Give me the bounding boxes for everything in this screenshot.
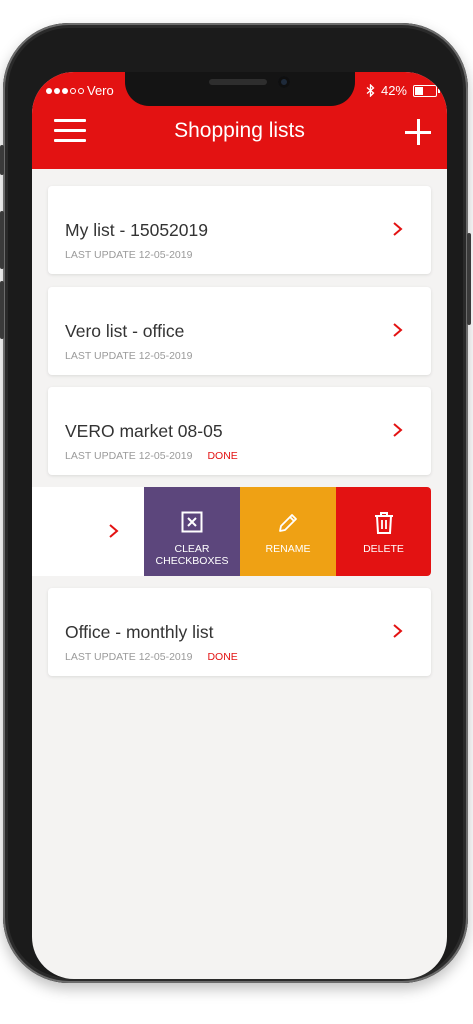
list-item[interactable]: Vero list - office LAST UPDATE 12-05-201… — [48, 287, 431, 375]
chevron-right-icon — [108, 524, 120, 538]
list-item[interactable]: My list - 15052019 LAST UPDATE 12-05-201… — [48, 186, 431, 274]
clear-checkboxes-button[interactable]: CLEAR CHECKBOXES — [144, 487, 240, 576]
carrier-name: Vero — [87, 83, 114, 98]
chevron-right-icon — [392, 624, 404, 638]
volume-up-button — [0, 211, 4, 269]
phone-frame: Vero 42% Shopping lists My list - 150520… — [0, 23, 471, 983]
signal-icon — [46, 87, 84, 94]
rename-label: RENAME — [265, 543, 311, 555]
add-list-button[interactable] — [405, 119, 431, 145]
delete-label: DELETE — [363, 543, 404, 555]
list-name: VERO market 08-05 — [65, 421, 223, 441]
done-badge: DONE — [207, 651, 238, 663]
list-item[interactable]: VERO market 08-05 LAST UPDATE 12-05-2019… — [48, 387, 431, 475]
list-name: Office - monthly list — [65, 622, 214, 642]
volume-down-button — [0, 281, 4, 339]
bluetooth-icon — [366, 84, 375, 97]
app-screen: Vero 42% Shopping lists My list - 150520… — [32, 72, 447, 979]
chevron-right-icon — [392, 423, 404, 437]
pencil-icon — [276, 511, 300, 540]
last-update: LAST UPDATE 12-05-2019 — [65, 450, 193, 462]
power-button — [467, 233, 471, 325]
x-square-icon — [181, 511, 203, 538]
clear-label-line2: CHECKBOXES — [155, 555, 229, 567]
done-badge: DONE — [207, 450, 238, 462]
list-name: My list - 15052019 — [65, 220, 208, 240]
delete-button[interactable]: DELETE — [336, 487, 431, 576]
camera — [278, 76, 290, 88]
status-bar-left: Vero — [46, 83, 114, 98]
battery-percentage: 42% — [380, 83, 407, 98]
list-item[interactable]: Office - monthly list LAST UPDATE 12-05-… — [48, 588, 431, 676]
speaker — [209, 79, 267, 85]
swiped-item-content[interactable] — [32, 487, 144, 576]
page-title: Shopping lists — [174, 119, 305, 142]
chevron-right-icon — [392, 323, 404, 337]
clear-label-line1: CLEAR — [174, 543, 210, 555]
trash-icon — [374, 511, 394, 540]
last-update: LAST UPDATE 12-05-2019 — [65, 651, 193, 663]
battery-icon — [413, 84, 440, 97]
swiped-list-item[interactable]: CLEAR CHECKBOXES RENAME DELETE — [32, 487, 431, 576]
list-name: Vero list - office — [65, 321, 185, 341]
mute-switch — [0, 145, 4, 175]
last-update: LAST UPDATE 12-05-2019 — [65, 350, 193, 362]
last-update: LAST UPDATE 12-05-2019 — [65, 249, 193, 261]
chevron-right-icon — [392, 222, 404, 236]
app-header: Vero 42% Shopping lists — [32, 72, 447, 169]
status-bar-right: 42% — [366, 83, 440, 98]
notch — [125, 72, 355, 106]
rename-button[interactable]: RENAME — [240, 487, 336, 576]
